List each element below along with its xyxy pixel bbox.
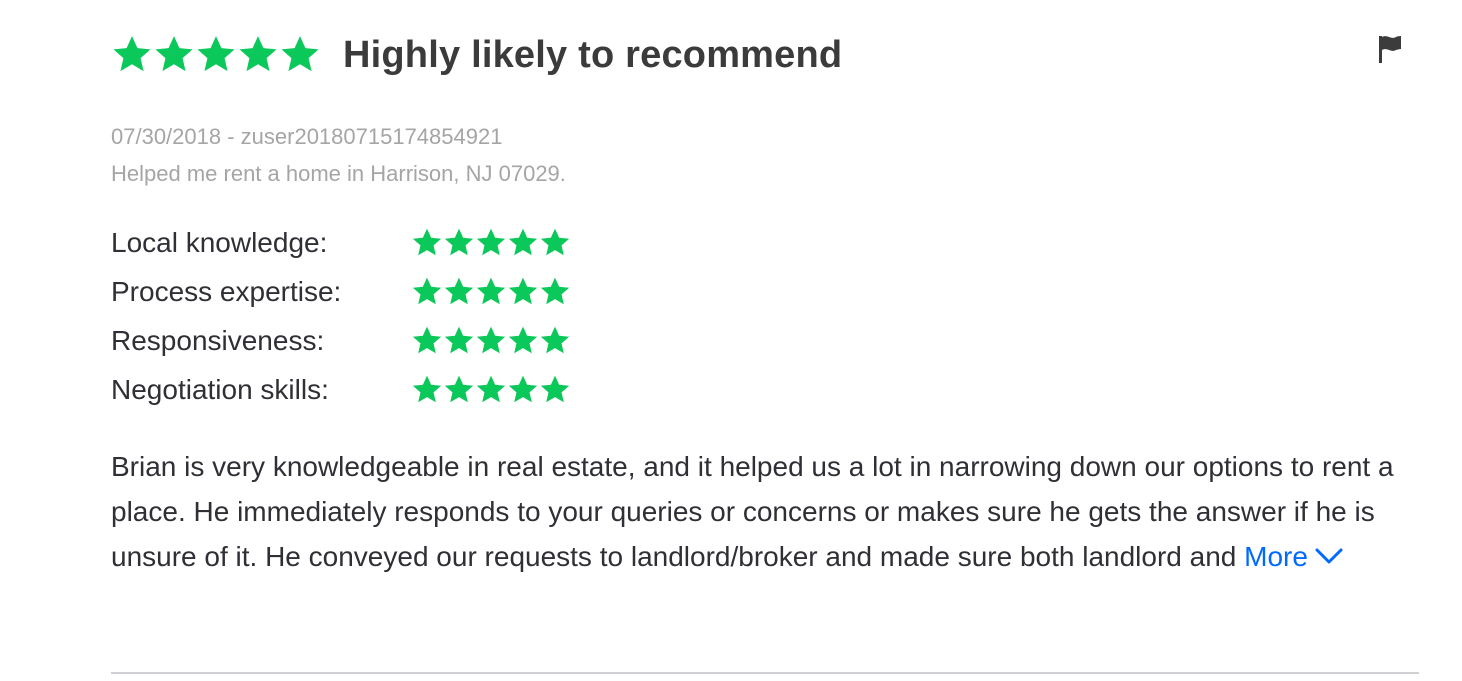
star-icon [411, 276, 443, 308]
star-icon [443, 227, 475, 259]
rating-row: Responsiveness: [111, 316, 571, 365]
chevron-down-icon [1315, 548, 1343, 564]
star-icon [507, 227, 539, 259]
rating-row: Negotiation skills: [111, 365, 571, 414]
review-header: Highly likely to recommend [111, 30, 842, 80]
rating-stars [411, 325, 571, 357]
star-icon [411, 325, 443, 357]
star-icon [475, 325, 507, 357]
star-icon [539, 374, 571, 406]
rating-label: Process expertise: [111, 275, 342, 307]
more-label: More [1244, 541, 1308, 572]
review-body-text: Brian is very knowledgeable in real esta… [111, 451, 1394, 572]
star-icon [507, 374, 539, 406]
rating-label: Negotiation skills: [111, 373, 329, 405]
star-icon [237, 34, 279, 76]
star-icon [279, 34, 321, 76]
star-icon [195, 34, 237, 76]
rating-row: Process expertise: [111, 267, 571, 316]
star-icon [475, 374, 507, 406]
star-icon [443, 325, 475, 357]
review-body: Brian is very knowledgeable in real esta… [111, 444, 1411, 579]
review-date-user: 07/30/2018 - zuser20180715174854921 [111, 124, 503, 149]
star-icon [539, 227, 571, 259]
star-icon [411, 374, 443, 406]
star-icon [475, 276, 507, 308]
flag-icon[interactable] [1375, 33, 1405, 65]
review-meta: 07/30/2018 - zuser20180715174854921 Help… [111, 118, 566, 192]
rating-stars [411, 227, 571, 259]
sub-ratings: Local knowledge: Process expertise: Resp… [111, 218, 571, 414]
star-icon [507, 325, 539, 357]
review-transaction: Helped me rent a home in Harrison, NJ 07… [111, 161, 566, 186]
rating-label: Responsiveness: [111, 324, 325, 356]
divider [111, 672, 1419, 674]
star-icon [539, 325, 571, 357]
star-icon [153, 34, 195, 76]
star-icon [507, 276, 539, 308]
star-icon [443, 276, 475, 308]
star-icon [411, 227, 443, 259]
rating-stars [411, 374, 571, 406]
review-card: Highly likely to recommend 07/30/2018 - … [111, 0, 1419, 681]
rating-stars [411, 276, 571, 308]
more-link[interactable]: More [1244, 541, 1344, 572]
rating-label: Local knowledge: [111, 226, 328, 258]
star-icon [443, 374, 475, 406]
review-headline: Highly likely to recommend [343, 33, 843, 76]
overall-rating-stars [111, 34, 321, 76]
star-icon [539, 276, 571, 308]
rating-row: Local knowledge: [111, 218, 571, 267]
star-icon [475, 227, 507, 259]
star-icon [111, 34, 153, 76]
